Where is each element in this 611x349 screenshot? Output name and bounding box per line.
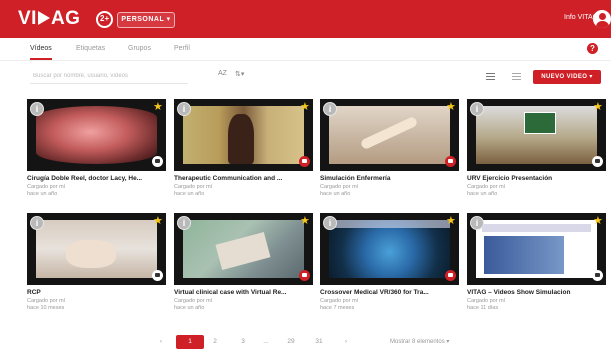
video-owner: Cargado por mí (320, 184, 359, 190)
video-title[interactable]: Therapeutic Communication and ... (174, 175, 313, 182)
user-avatar-icon[interactable] (593, 10, 611, 28)
video-thumbnail[interactable]: i ★ (174, 99, 313, 171)
video-title[interactable]: Simulación Enfermería (320, 175, 459, 182)
video-title[interactable]: Virtual clinical case with Virtual Re... (174, 289, 313, 296)
video-camera-icon (592, 270, 603, 281)
personal-account-label: PERSONAL (121, 16, 165, 23)
thumbnail-image (476, 220, 597, 278)
video-date: hace un año (27, 191, 58, 197)
star-icon[interactable]: ★ (153, 102, 163, 113)
search-input[interactable] (30, 68, 188, 84)
video-owner: Cargado por mí (320, 298, 359, 304)
video-thumbnail[interactable]: i ★ (467, 99, 606, 171)
video-thumbnail[interactable]: i ★ (27, 99, 166, 171)
new-video-label: NUEVO VIDEO (541, 74, 588, 80)
tab-etiquetas[interactable]: Etiquetas (76, 42, 105, 60)
info-icon[interactable]: i (30, 102, 44, 116)
thumbnail-image (36, 220, 157, 278)
youtube-icon (445, 270, 456, 281)
star-icon[interactable]: ★ (300, 216, 310, 227)
video-thumbnail[interactable]: i ★ (174, 213, 313, 285)
video-date: hace 7 meses (320, 305, 355, 311)
video-date: hace 11 días (467, 305, 499, 311)
star-icon[interactable]: ★ (300, 102, 310, 113)
video-camera-icon (152, 156, 163, 167)
per-page-label: Mostrar 8 elementos (390, 339, 445, 345)
video-date: hace un año (174, 305, 205, 311)
info-icon[interactable]: i (177, 102, 191, 116)
video-date: hace un año (467, 191, 498, 197)
video-date: hace un año (174, 191, 205, 197)
youtube-icon (299, 156, 310, 167)
video-thumbnail[interactable]: i ★ (467, 213, 606, 285)
thumbnail-image (476, 106, 597, 164)
page-button-3[interactable]: 3 (236, 335, 250, 349)
account-switch-icon[interactable]: 2+ (96, 11, 113, 28)
info-icon[interactable]: i (177, 216, 191, 230)
list-view-icon[interactable] (486, 73, 495, 80)
new-video-button[interactable]: NUEVO VIDEO ▾ (533, 70, 601, 84)
pagination: ‹ 1 2 3 ... 29 31 › Mostrar 8 elementos … (0, 335, 611, 349)
star-icon[interactable]: ★ (593, 216, 603, 227)
video-camera-icon (152, 270, 163, 281)
info-icon[interactable]: i (30, 216, 44, 230)
personal-account-dropdown[interactable]: PERSONAL ▾ (117, 12, 175, 28)
thumbnail-image (329, 106, 450, 164)
help-icon[interactable]: ? (587, 43, 598, 54)
video-title[interactable]: URV Ejercicio Presentación (467, 175, 606, 182)
youtube-icon (299, 270, 310, 281)
thumbnail-image (329, 220, 450, 278)
vitag-logo[interactable]: VI AG (18, 9, 80, 29)
video-title[interactable]: RCP (27, 289, 166, 296)
tab-perfil[interactable]: Perfil (174, 42, 190, 60)
grid-view-icon[interactable] (512, 73, 521, 80)
video-thumbnail[interactable]: i ★ (27, 213, 166, 285)
info-icon[interactable]: i (470, 102, 484, 116)
video-owner: Cargado por mí (27, 184, 66, 190)
video-owner: Cargado por mí (467, 298, 506, 304)
info-icon[interactable]: i (470, 216, 484, 230)
thumbnail-image (36, 106, 157, 164)
page-button-31[interactable]: 31 (311, 335, 327, 349)
page-ellipsis: ... (263, 338, 269, 345)
star-icon[interactable]: ★ (593, 102, 603, 113)
items-per-page-select[interactable]: Mostrar 8 elementos ▾ (390, 335, 449, 349)
video-thumbnail[interactable]: i ★ (320, 99, 459, 171)
youtube-icon (445, 156, 456, 167)
page-button-2[interactable]: 2 (208, 335, 222, 349)
info-icon[interactable]: i (323, 102, 337, 116)
filter-dropdown[interactable]: ⇅▾ (235, 70, 244, 78)
video-camera-icon (592, 156, 603, 167)
tabs-divider (0, 60, 611, 61)
tab-videos[interactable]: Vídeos (30, 42, 52, 60)
video-thumbnail[interactable]: i ★ (320, 213, 459, 285)
star-icon[interactable]: ★ (446, 102, 456, 113)
next-page-button[interactable]: › (340, 335, 352, 349)
video-title[interactable]: Crossover Medical VR/360 for Tra... (320, 289, 459, 296)
video-owner: Cargado por mí (174, 184, 213, 190)
page-button-1[interactable]: 1 (176, 335, 204, 349)
video-date: hace un año (320, 191, 351, 197)
video-title[interactable]: VITAG – Videos Show Simulacion (467, 289, 606, 296)
video-owner: Cargado por mí (467, 184, 506, 190)
prev-page-button[interactable]: ‹ (155, 335, 167, 349)
thumbnail-image (183, 106, 304, 164)
video-owner: Cargado por mí (27, 298, 66, 304)
top-bar: VI AG 2+ PERSONAL ▾ Info VITAG (0, 0, 611, 38)
star-icon[interactable]: ★ (446, 216, 456, 227)
info-icon[interactable]: i (323, 216, 337, 230)
sort-az-button[interactable]: AZ (218, 70, 227, 77)
video-date: hace 10 meses (27, 305, 65, 311)
tab-grupos[interactable]: Grupos (128, 42, 151, 60)
video-owner: Cargado por mí (174, 298, 213, 304)
star-icon[interactable]: ★ (153, 216, 163, 227)
thumbnail-image (183, 220, 304, 278)
page-button-29[interactable]: 29 (282, 335, 300, 349)
video-title[interactable]: Cirugía Doble Reel, doctor Lacy, He... (27, 175, 166, 182)
